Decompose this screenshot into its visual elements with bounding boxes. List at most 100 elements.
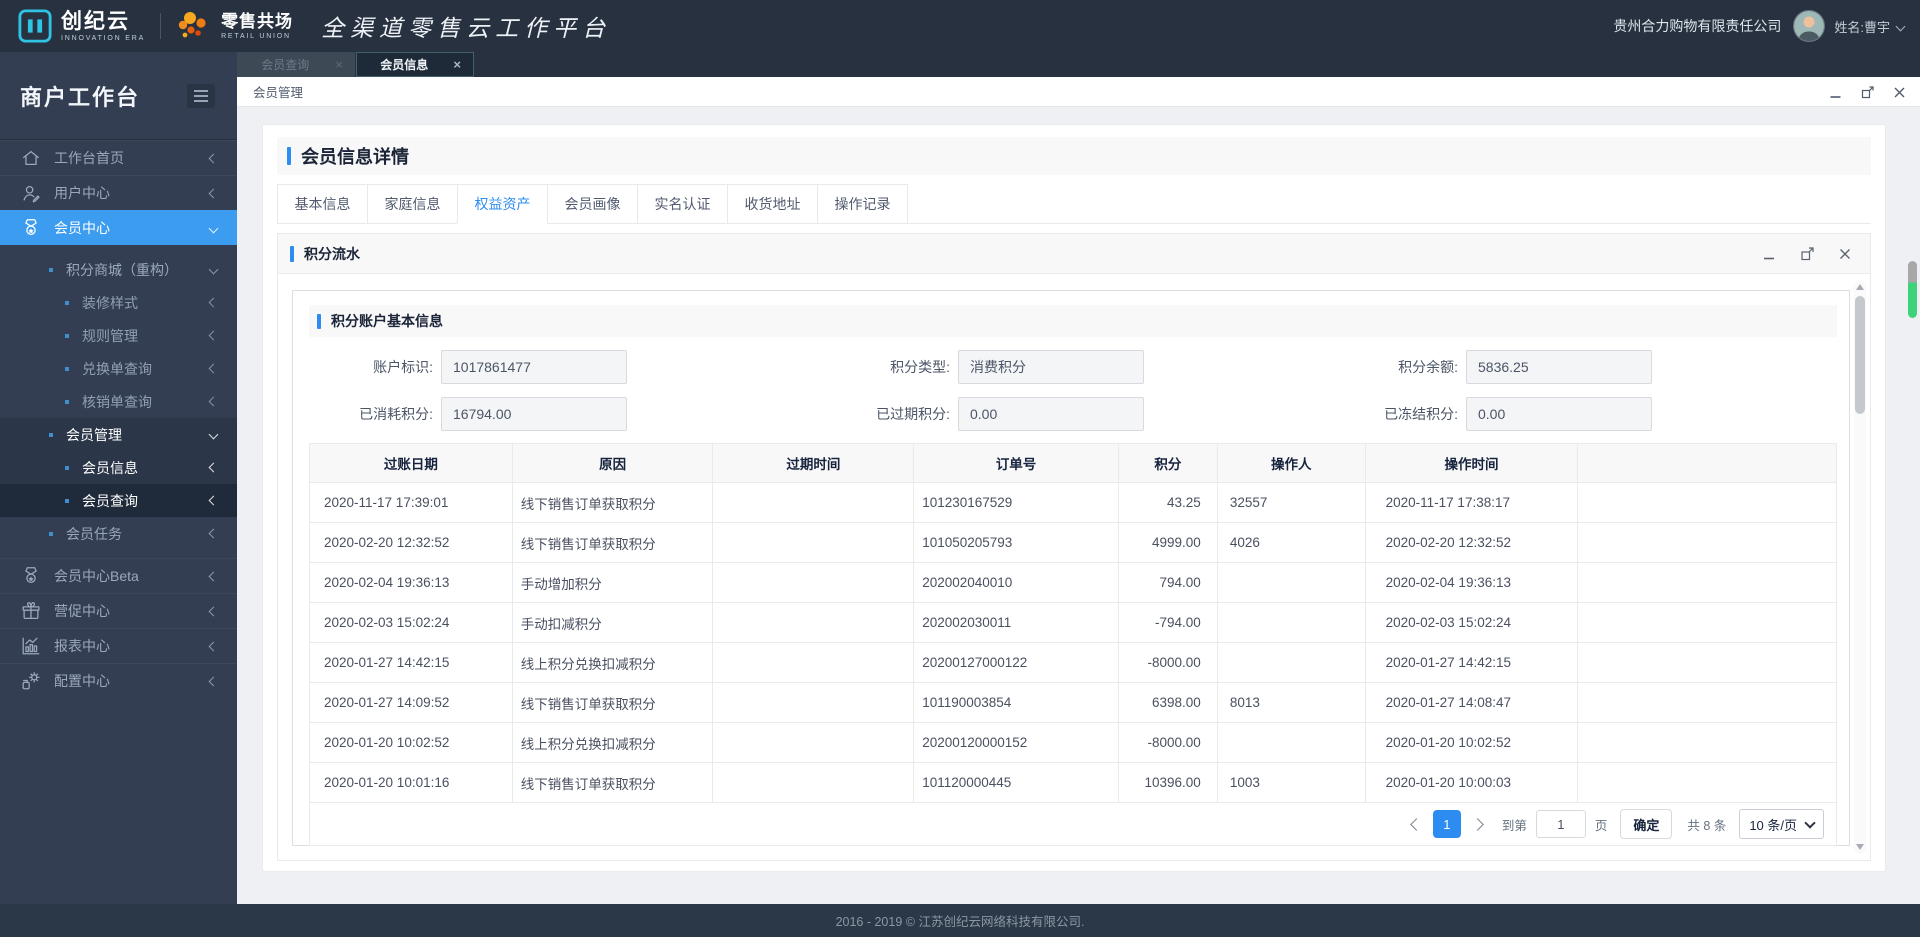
detail-tabs: 基本信息 家庭信息 权益资产 会员画像 实名认证 收货地址 操作记录 xyxy=(277,183,1871,224)
next-page-icon[interactable] xyxy=(1470,817,1484,831)
field-input[interactable] xyxy=(441,350,627,384)
sidebar-item[interactable]: 会员任务 xyxy=(0,517,237,550)
window-tab[interactable]: 会员查询 × xyxy=(237,52,355,77)
page-jump-input[interactable] xyxy=(1535,810,1586,838)
chevron-left-icon xyxy=(208,606,219,616)
home-icon xyxy=(20,147,42,169)
chevron-left-icon xyxy=(208,297,219,308)
sidebar-item[interactable]: 会员管理 xyxy=(0,418,237,451)
tab-close-icon[interactable]: × xyxy=(453,58,461,71)
panel-minimize-icon[interactable] xyxy=(1762,247,1776,261)
maximize-icon[interactable] xyxy=(1861,85,1874,99)
chevron-left-icon xyxy=(208,363,219,374)
detail-tab[interactable]: 基本信息 xyxy=(277,184,368,224)
brand-logo-icon xyxy=(18,9,52,43)
brand-name: 创纪云 xyxy=(61,9,130,33)
table-cell: 794.00 xyxy=(1119,563,1218,602)
table-cell: 2020-01-27 14:42:15 xyxy=(1366,643,1579,682)
table-cell: 2020-01-20 10:02:52 xyxy=(310,723,513,762)
table-row: 2020-01-20 10:02:52 线上积分兑换扣减积分 20200120000… xyxy=(310,723,1836,763)
sidebar-item-label: 工作台首页 xyxy=(54,150,124,166)
detail-tab[interactable]: 家庭信息 xyxy=(367,184,458,224)
field-input[interactable] xyxy=(1466,350,1652,384)
section-marker-icon xyxy=(317,313,321,329)
bullet-icon xyxy=(49,531,53,536)
config-icon xyxy=(20,670,42,692)
table-cell: 2020-02-03 15:02:24 xyxy=(310,603,513,642)
column-header: 订单号 xyxy=(914,444,1119,482)
table-cell: 2020-02-04 19:36:13 xyxy=(1366,563,1579,602)
detail-tab[interactable]: 会员画像 xyxy=(547,184,638,224)
user-area[interactable]: 贵州合力购物有限责任公司 姓名:曹宇 xyxy=(1613,0,1906,52)
close-icon[interactable] xyxy=(1893,86,1906,99)
table-cell: 202002040010 xyxy=(914,563,1119,602)
panel-expand-icon[interactable] xyxy=(1800,246,1814,261)
window-tab[interactable]: 会员信息 × xyxy=(356,52,474,77)
detail-tab[interactable]: 权益资产 xyxy=(457,184,548,224)
prev-page-icon[interactable] xyxy=(1409,817,1423,831)
current-page-button[interactable]: 1 xyxy=(1432,810,1461,838)
table-cell xyxy=(1218,603,1366,642)
sidebar-collapse-button[interactable] xyxy=(187,83,215,108)
tab-close-icon[interactable]: × xyxy=(335,58,343,71)
field-input[interactable] xyxy=(441,397,627,431)
sidebar-item[interactable]: 会员信息 xyxy=(0,451,237,484)
table-cell: 20200127000122 xyxy=(914,643,1119,682)
avatar[interactable] xyxy=(1793,10,1826,42)
detail-tab[interactable]: 收货地址 xyxy=(727,184,818,224)
user-menu-chevron-icon[interactable] xyxy=(1895,21,1906,31)
table-cell: 101190003854 xyxy=(914,683,1119,722)
minimize-icon[interactable] xyxy=(1829,86,1842,99)
sidebar-item[interactable]: 规则管理 xyxy=(0,319,237,352)
page-label: 页 xyxy=(1594,818,1608,833)
sidebar-item[interactable]: 报表中心 xyxy=(0,628,237,663)
panel-scrollbar[interactable] xyxy=(1854,280,1866,854)
sidebar-item-label: 用户中心 xyxy=(54,185,110,201)
sidebar-item-label: 装修样式 xyxy=(82,294,138,311)
sidebar-item[interactable]: 核销单查询 xyxy=(0,385,237,418)
table-cell: 2020-01-27 14:09:52 xyxy=(310,683,513,722)
field-input[interactable] xyxy=(1466,397,1652,431)
page-size-select[interactable]: 10 条/页 xyxy=(1739,809,1824,839)
member-detail-card: 会员信息详情 基本信息 家庭信息 权益资产 会员画像 实名认证 收货地址 操作记录 积分流水 xyxy=(262,124,1886,872)
sidebar-item[interactable]: 配置中心 xyxy=(0,663,237,698)
table-row: 2020-01-27 14:09:52 线下销售订单获取积分 10119000385… xyxy=(310,683,1836,723)
field-input[interactable] xyxy=(958,397,1144,431)
sidebar-item[interactable]: 积分商城（重构） xyxy=(0,253,237,286)
sidebar-item[interactable]: 兑换单查询 xyxy=(0,352,237,385)
field: 账户标识: xyxy=(313,350,627,384)
confirm-button[interactable]: 确定 xyxy=(1620,809,1673,839)
field-label: 账户标识: xyxy=(373,359,433,375)
sidebar-item[interactable]: 会员查询 xyxy=(0,484,237,517)
panel-close-icon[interactable] xyxy=(1838,247,1852,261)
panel-scrollbar-thumb[interactable] xyxy=(1855,296,1865,414)
scroll-down-icon[interactable] xyxy=(1856,844,1864,850)
sidebar-item[interactable]: 用户中心 xyxy=(0,175,237,210)
chevron-down-icon xyxy=(208,223,219,233)
sidebar-item[interactable]: 会员中心 xyxy=(0,210,237,245)
bullet-icon xyxy=(49,432,53,437)
detail-tab[interactable]: 实名认证 xyxy=(637,184,728,224)
table-cell: 线上积分兑换扣减积分 xyxy=(513,643,714,682)
sidebar-item[interactable]: 装修样式 xyxy=(0,286,237,319)
points-table: 过账日期 原因 过期时间 订单号 积分 操作人 操作时间 2020-11-17 17:39:… xyxy=(309,443,1837,846)
logo-divider xyxy=(160,13,162,39)
table-cell xyxy=(713,643,915,682)
sidebar-item-label: 核销单查询 xyxy=(82,393,152,410)
table-cell xyxy=(1578,563,1836,602)
table-cell: -794.00 xyxy=(1119,603,1218,642)
field-input[interactable] xyxy=(958,350,1144,384)
window-scrollbar-thumb[interactable] xyxy=(1908,261,1917,318)
detail-tab[interactable]: 操作记录 xyxy=(817,184,908,224)
footer: 2016 - 2019 © 江苏创纪云网络科技有限公司. xyxy=(0,904,1920,937)
scroll-up-icon[interactable] xyxy=(1856,284,1864,290)
sidebar-item[interactable]: 会员中心Beta xyxy=(0,558,237,593)
sidebar-item[interactable]: 工作台首页 xyxy=(0,140,237,175)
table-cell: 2020-02-20 12:32:52 xyxy=(310,523,513,562)
table-cell xyxy=(713,483,915,522)
logo-area: 创纪云 INNOVATION ERA 零售共场 RETAIL UNION 全渠道… xyxy=(0,9,611,43)
sidebar-item[interactable]: 营促中心 xyxy=(0,593,237,628)
table-cell xyxy=(713,683,915,722)
window-tabs: 会员查询 × 会员信息 × xyxy=(237,52,1920,77)
table-row: 2020-01-20 10:01:16 线下销售订单获取积分 10112000044… xyxy=(310,763,1836,803)
